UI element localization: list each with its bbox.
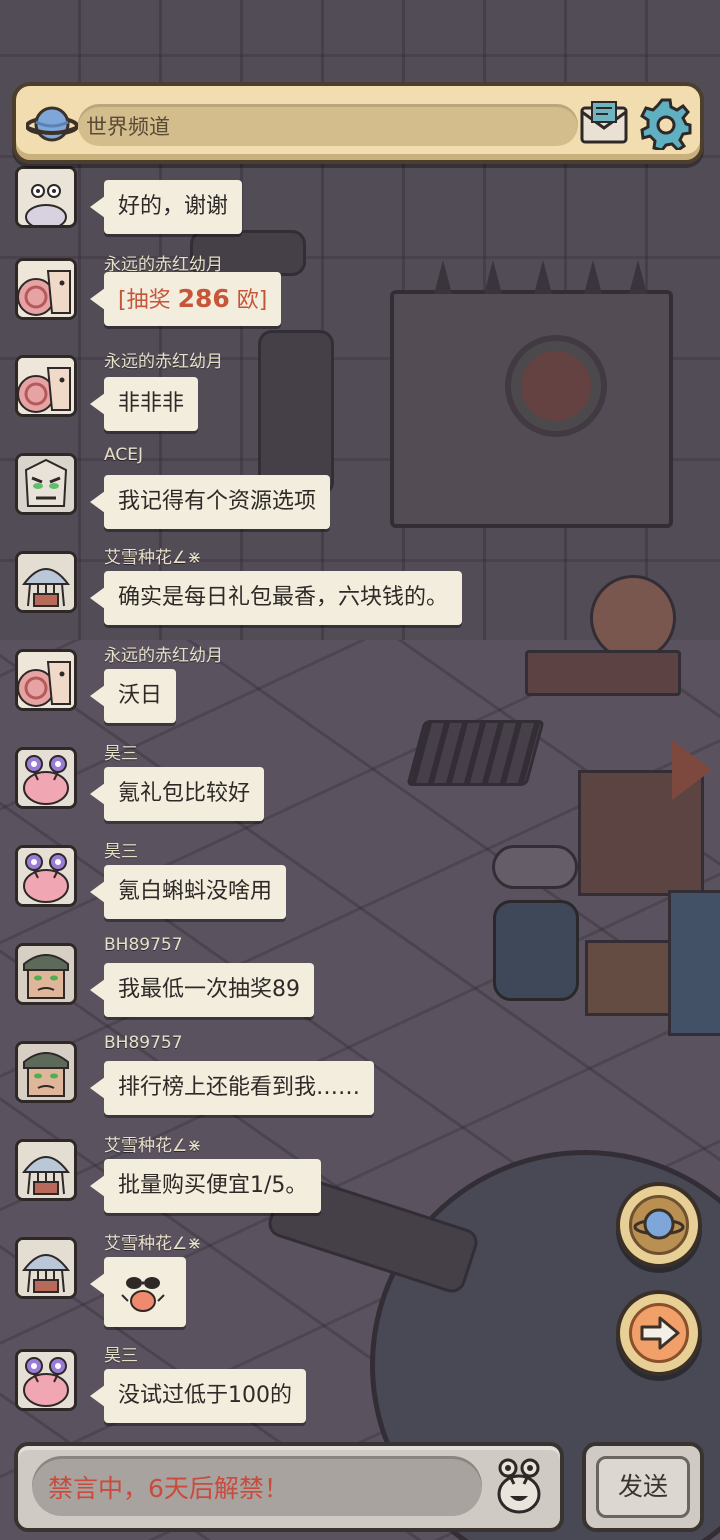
jellyfish-avatar-icon	[18, 1240, 74, 1296]
chat-message: 永远的赤红幼月 沃日	[0, 641, 720, 737]
message-text: 氪白蝌蚪没啥用	[118, 879, 273, 904]
message-text: 非非非	[118, 391, 185, 416]
avatar[interactable]	[15, 1041, 77, 1103]
message-text: 批量购买便宜1/5。	[118, 1173, 308, 1198]
planet-icon	[26, 106, 78, 142]
avatar[interactable]	[15, 649, 77, 711]
next-arrow-button[interactable]	[616, 1290, 702, 1376]
message-bubble[interactable]: 没试过低于100的	[90, 1369, 306, 1423]
username[interactable]: 艾雪种花∠⋇	[104, 1131, 201, 1156]
snail-avatar-icon	[18, 169, 74, 225]
chat-input-field[interactable]: 禁言中，6天后解禁！	[32, 1456, 482, 1516]
message-bubble[interactable]: 氪白蝌蚪没啥用	[89, 865, 287, 919]
username[interactable]: ACEJ	[104, 445, 143, 465]
avatar[interactable]	[15, 258, 77, 320]
username[interactable]: 昊三	[104, 1341, 138, 1366]
pink-snail-avatar-icon	[18, 261, 74, 317]
message-text: 排行榜上还能看到我……	[118, 1075, 361, 1100]
username[interactable]: 艾雪种花∠⋇	[104, 543, 201, 568]
chat-message: 永远的赤红幼月 非非非	[0, 347, 720, 443]
planet-icon	[633, 1208, 685, 1240]
avatar[interactable]	[15, 355, 77, 417]
message-bubble[interactable]: 批量购买便宜1/5。	[89, 1159, 322, 1213]
message-text: 没试过低于100的	[118, 1383, 292, 1408]
message-text: 我最低一次抽奖89	[118, 977, 300, 1002]
lottery-prefix: [抽奖	[118, 288, 178, 313]
username[interactable]: 永远的赤红幼月	[104, 347, 223, 372]
message-bubble[interactable]: 氪礼包比较好	[89, 767, 265, 821]
avatar[interactable]	[15, 943, 77, 1005]
message-bubble[interactable]: 排行榜上还能看到我……	[89, 1061, 375, 1115]
chat-message: BH89757 排行榜上还能看到我……	[0, 1033, 720, 1129]
pink-alien-avatar-icon	[18, 848, 74, 904]
username[interactable]: 昊三	[104, 837, 138, 862]
chat-message: 昊三 没试过低于100的	[0, 1341, 720, 1437]
arrow-right-icon	[640, 1316, 680, 1350]
jellyfish-avatar-icon	[18, 554, 74, 610]
message-bubble[interactable]: 我最低一次抽奖89	[90, 963, 314, 1017]
green-eyed-face-avatar-icon	[18, 456, 74, 512]
alien-face-icon[interactable]	[494, 1454, 544, 1516]
world-channel-button[interactable]	[616, 1182, 702, 1268]
chat-message: 好的，谢谢	[0, 160, 720, 256]
username[interactable]: 昊三	[104, 739, 138, 764]
jellyfish-avatar-icon	[18, 1142, 74, 1198]
avatar[interactable]	[15, 453, 77, 515]
chat-message: ACEJ 我记得有个资源选项	[0, 445, 720, 541]
avatar[interactable]	[15, 845, 77, 907]
message-bubble[interactable]: 好的，谢谢	[89, 180, 243, 234]
sunglasses-crab-icon	[121, 1277, 165, 1312]
lottery-suffix: 欧]	[229, 288, 268, 313]
emote-message-bubble[interactable]	[90, 1257, 186, 1327]
avatar[interactable]	[15, 1139, 77, 1201]
pink-snail-avatar-icon	[18, 358, 74, 414]
lottery-message-bubble[interactable]: [抽奖 286 欧]	[89, 272, 282, 326]
chat-message-list[interactable]: 好的，谢谢 永远的赤红幼月 [抽奖 286 欧] 永远的赤红幼月 非非非 ACE…	[0, 0, 720, 1540]
channel-selector[interactable]: 世界频道	[78, 104, 578, 146]
avatar[interactable]	[15, 747, 77, 809]
chat-message: 永远的赤红幼月 [抽奖 286 欧]	[0, 250, 720, 346]
avatar[interactable]	[15, 1349, 77, 1411]
soldier-avatar-icon	[18, 946, 74, 1002]
muted-notice: 禁言中，6天后解禁！	[48, 1474, 289, 1503]
message-bubble[interactable]: 非非非	[89, 377, 199, 431]
chat-message: 艾雪种花∠⋇ 批量购买便宜1/5。	[0, 1131, 720, 1227]
pink-snail-avatar-icon	[18, 652, 74, 708]
avatar[interactable]	[15, 1237, 77, 1299]
message-text: 氪礼包比较好	[118, 781, 251, 806]
send-button-label: 发送	[596, 1456, 690, 1518]
mail-icon[interactable]	[578, 98, 630, 148]
username[interactable]: BH89757	[104, 935, 183, 955]
username[interactable]: 艾雪种花∠⋇	[104, 1229, 201, 1254]
channel-name: 世界频道	[86, 115, 170, 139]
username[interactable]: 永远的赤红幼月	[104, 641, 223, 666]
avatar[interactable]	[15, 166, 77, 228]
message-bubble[interactable]: 沃日	[89, 669, 177, 723]
chat-message: 艾雪种花∠⋇	[0, 1229, 720, 1327]
gear-icon[interactable]	[640, 98, 692, 150]
message-text: 确实是每日礼包最香，六块钱的。	[118, 585, 449, 610]
chat-message: 艾雪种花∠⋇ 确实是每日礼包最香，六块钱的。	[0, 543, 720, 639]
send-button[interactable]: 发送	[582, 1442, 704, 1532]
message-bubble[interactable]: 我记得有个资源选项	[89, 475, 331, 529]
world-channel-header: 世界频道	[12, 82, 704, 164]
avatar[interactable]	[15, 551, 77, 613]
chat-input-bar: 禁言中，6天后解禁！	[14, 1442, 564, 1532]
username[interactable]: BH89757	[104, 1033, 183, 1053]
message-text: 我记得有个资源选项	[118, 489, 317, 514]
chat-message: BH89757 我最低一次抽奖89	[0, 935, 720, 1031]
message-text: 好的，谢谢	[118, 194, 229, 219]
message-bubble[interactable]: 确实是每日礼包最香，六块钱的。	[89, 571, 463, 625]
lottery-number: 286	[177, 284, 230, 313]
pink-alien-avatar-icon	[18, 1352, 74, 1408]
chat-message: 昊三 氪白蝌蚪没啥用	[0, 837, 720, 933]
message-text: 沃日	[118, 683, 163, 708]
pink-alien-avatar-icon	[18, 750, 74, 806]
soldier-avatar-icon	[18, 1044, 74, 1100]
chat-message: 昊三 氪礼包比较好	[0, 739, 720, 835]
